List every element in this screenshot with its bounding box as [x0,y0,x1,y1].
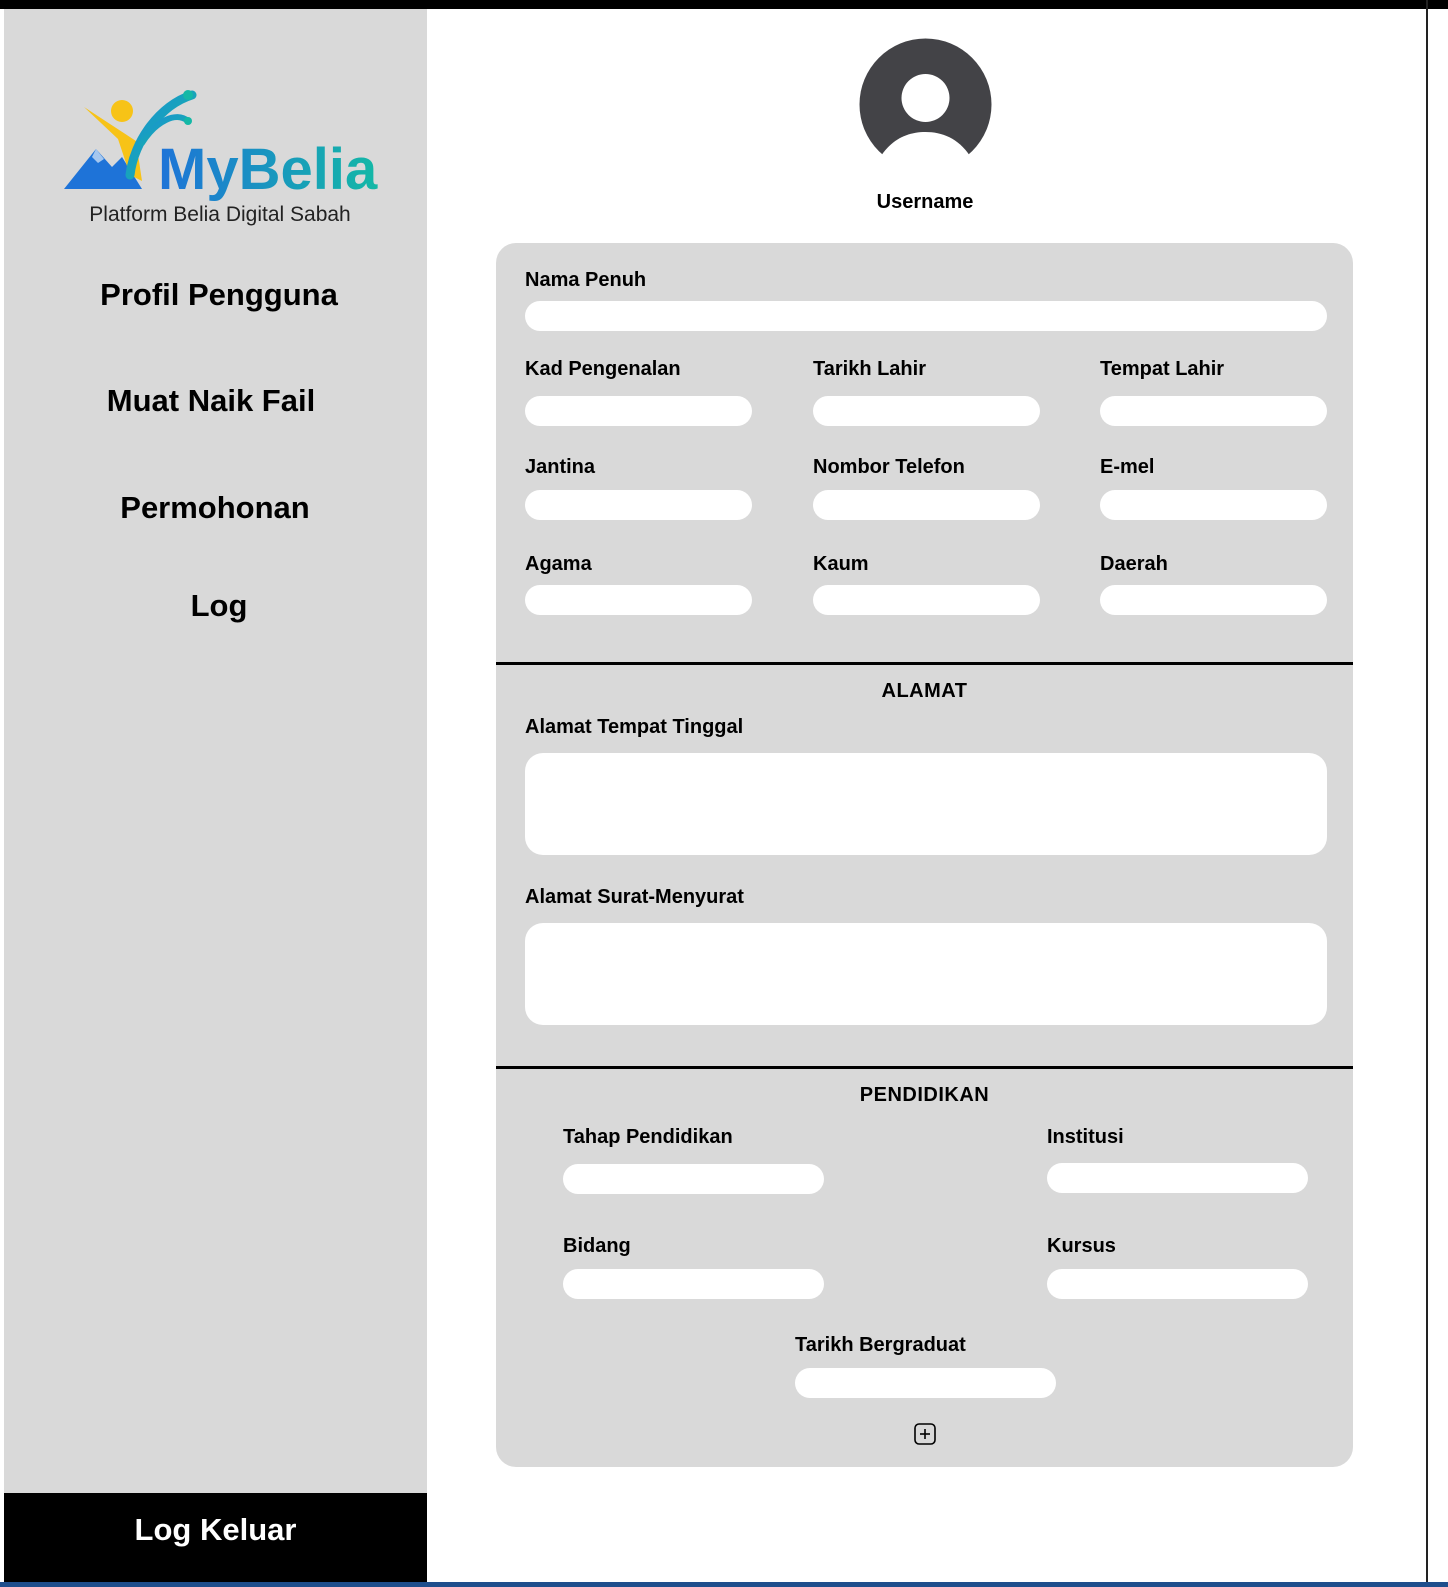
label-tahap-pendidikan: Tahap Pendidikan [563,1126,733,1148]
mybelia-logo: MyBelia Platform Belia Digital Sabah [60,81,390,241]
input-daerah[interactable] [1100,585,1327,615]
input-nombor-telefon[interactable] [813,490,1040,520]
label-alamat-surat-menyurat: Alamat Surat-Menyurat [525,886,744,908]
input-tahap-pendidikan[interactable] [563,1164,824,1194]
label-emel: E-mel [1100,456,1155,478]
input-tempat-lahir[interactable] [1100,396,1327,426]
label-daerah: Daerah [1100,553,1168,575]
input-kaum[interactable] [813,585,1040,615]
section-title-alamat: ALAMAT [881,680,968,702]
input-institusi[interactable] [1047,1163,1308,1193]
nav-permohonan[interactable]: Permohonan [0,490,430,526]
label-kaum: Kaum [813,553,869,575]
plus-square-icon[interactable] [914,1423,936,1445]
label-kursus: Kursus [1047,1235,1116,1257]
nav-profil-pengguna[interactable]: Profil Pengguna [4,277,434,313]
label-tempat-lahir: Tempat Lahir [1100,358,1225,380]
label-jantina: Jantina [525,456,596,478]
section-divider [496,662,1353,665]
logo-tagline: Platform Belia Digital Sabah [89,203,351,226]
nav-log[interactable]: Log [4,588,434,624]
label-tarikh-lahir: Tarikh Lahir [813,358,926,380]
logo-wordmark: MyBelia [158,137,378,201]
label-nombor-telefon: Nombor Telefon [813,456,965,478]
logo-mark-icon: MyBelia [64,90,378,202]
input-tarikh-lahir[interactable] [813,396,1040,426]
textarea-alamat-surat-menyurat[interactable] [525,923,1327,1025]
textarea-alamat-tempat-tinggal[interactable] [525,753,1327,855]
profile-form-card: Nama Penuh Kad Pengenalan Tarikh Lahir T… [496,243,1353,1467]
label-kad-pengenalan: Kad Pengenalan [525,358,681,380]
bottom-border [0,1582,1448,1587]
input-kad-pengenalan[interactable] [525,396,752,426]
label-agama: Agama [525,553,592,575]
sidebar: MyBelia Platform Belia Digital Sabah Pro… [4,9,427,1587]
section-divider [496,1066,1353,1069]
label-nama-penuh: Nama Penuh [525,269,647,291]
user-avatar-icon[interactable] [859,38,992,171]
input-tarikh-bergraduat[interactable] [795,1368,1056,1398]
label-alamat-tempat-tinggal: Alamat Tempat Tinggal [525,716,744,738]
username-label: Username [876,191,974,213]
label-tarikh-bergraduat: Tarikh Bergraduat [795,1334,966,1356]
right-border [1426,0,1428,1587]
input-bidang[interactable] [563,1269,824,1299]
input-nama-penuh[interactable] [525,301,1327,331]
input-kursus[interactable] [1047,1269,1308,1299]
nav-muat-naik-fail[interactable]: Muat Naik Fail [0,383,426,419]
input-agama[interactable] [525,585,752,615]
section-title-pendidikan: PENDIDIKAN [859,1084,990,1106]
label-institusi: Institusi [1047,1126,1124,1148]
input-jantina[interactable] [525,490,752,520]
label-bidang: Bidang [563,1235,631,1257]
input-emel[interactable] [1100,490,1327,520]
top-border [0,0,1448,9]
logout-button[interactable]: Log Keluar [4,1493,427,1587]
